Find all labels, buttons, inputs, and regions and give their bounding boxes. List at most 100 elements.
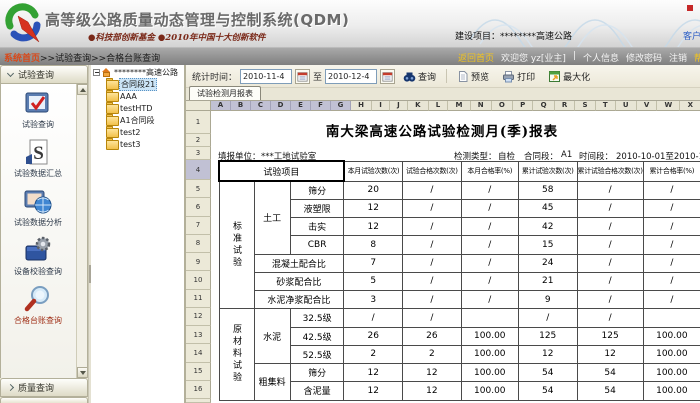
column-header-U[interactable]: U — [616, 101, 637, 111]
value-cell[interactable]: / — [643, 291, 700, 309]
column-header-R[interactable]: R — [555, 101, 576, 111]
column-header-H[interactable]: H — [351, 101, 372, 111]
sidebar-item-device-check[interactable]: 设备校验查询 — [14, 235, 62, 277]
subgroup-cell[interactable]: 粗集料 — [254, 364, 290, 401]
sidebar-item-data-summary[interactable]: S 试验数据汇总 — [14, 137, 62, 179]
value-cell[interactable]: / — [643, 236, 700, 254]
value-cell[interactable]: / — [643, 218, 700, 236]
value-cell[interactable]: 100.00 — [461, 364, 518, 382]
report-col-header[interactable]: 本月合格率(%) — [461, 161, 518, 181]
row-header-14[interactable]: 14 — [186, 344, 211, 362]
report-col-header[interactable]: 累计合格率(%) — [643, 161, 700, 181]
row-header-1[interactable]: 1 — [186, 111, 211, 134]
value-cell[interactable]: / — [577, 272, 643, 290]
value-cell[interactable] — [461, 309, 518, 327]
value-cell[interactable]: / — [461, 199, 518, 217]
value-cell[interactable]: 100.00 — [461, 345, 518, 363]
group-cell[interactable]: 原材料试验 — [219, 309, 254, 400]
profile-link[interactable]: 个人信息 — [583, 51, 619, 64]
value-cell[interactable]: / — [577, 181, 643, 199]
tree-node-a1[interactable]: A1合同段 — [106, 115, 184, 125]
sidebar-section-test-query[interactable]: 试验查询 — [0, 65, 88, 84]
column-header-T[interactable]: T — [596, 101, 616, 111]
value-cell[interactable]: / — [403, 272, 462, 290]
return-home-link[interactable]: 返回首页 — [458, 51, 494, 64]
scroll-up-button[interactable] — [77, 84, 88, 95]
value-cell[interactable]: 54 — [518, 382, 577, 400]
calendar-to-button[interactable] — [380, 69, 395, 84]
calendar-from-button[interactable] — [295, 69, 310, 84]
row-header-15[interactable]: 15 — [186, 363, 211, 381]
scroll-down-button[interactable] — [77, 367, 88, 378]
row-header-7[interactable]: 7 — [186, 217, 211, 235]
row-header-13[interactable]: 13 — [186, 326, 211, 344]
row-header-16[interactable]: 16 — [186, 381, 211, 399]
logout-link[interactable]: 注销 — [669, 51, 687, 64]
breadcrumb-home[interactable]: 系统首页 — [4, 54, 40, 64]
column-header-W[interactable]: W — [657, 101, 680, 111]
sidebar-section-quality-query[interactable]: 质量查询 — [0, 378, 88, 397]
change-password-link[interactable]: 修改密码 — [626, 51, 662, 64]
report-col-header[interactable]: 试验合格次数(次) — [403, 161, 462, 181]
sidebar-section-partial[interactable] — [0, 397, 88, 403]
value-cell[interactable] — [643, 309, 700, 327]
item-cell[interactable]: 砂浆配合比 — [254, 272, 344, 290]
value-cell[interactable]: / — [643, 254, 700, 272]
report-col-header[interactable]: 累计试验次数(次) — [518, 161, 577, 181]
tab-monthly-report[interactable]: 试验检测月报表 — [189, 86, 261, 100]
sidebar-item-data-analysis[interactable]: 试验数据分析 — [14, 186, 62, 228]
row-header-11[interactable]: 11 — [186, 290, 211, 308]
value-cell[interactable]: / — [577, 236, 643, 254]
value-cell[interactable]: / — [461, 236, 518, 254]
value-cell[interactable]: 54 — [577, 364, 643, 382]
selected-cell[interactable]: 试验项目 — [219, 161, 344, 181]
column-header-M[interactable]: M — [448, 101, 470, 111]
value-cell[interactable]: 8 — [344, 236, 403, 254]
item-cell[interactable]: 液塑限 — [290, 199, 343, 217]
date-to-input[interactable] — [325, 69, 377, 84]
value-cell[interactable]: 58 — [518, 181, 577, 199]
value-cell[interactable]: 2 — [344, 345, 403, 363]
value-cell[interactable]: / — [461, 181, 518, 199]
row-header-12[interactable]: 12 — [186, 308, 211, 326]
value-cell[interactable]: 12 — [518, 345, 577, 363]
item-cell[interactable]: 水泥净浆配合比 — [254, 291, 344, 309]
column-header-O[interactable]: O — [492, 101, 513, 111]
item-cell[interactable]: 32.5级 — [290, 309, 343, 327]
row-header-9[interactable]: 9 — [186, 253, 211, 271]
value-cell[interactable]: 100.00 — [643, 345, 700, 363]
subgroup-cell[interactable]: 水泥 — [254, 309, 290, 364]
column-header-E[interactable]: E — [291, 101, 311, 111]
column-header-N[interactable]: N — [471, 101, 492, 111]
value-cell[interactable]: / — [577, 199, 643, 217]
value-cell[interactable]: 54 — [577, 382, 643, 400]
value-cell[interactable]: / — [461, 272, 518, 290]
column-header-V[interactable]: V — [637, 101, 658, 111]
value-cell[interactable]: 26 — [344, 327, 403, 345]
sidebar-item-ledger-search[interactable]: 合格台账查询 — [14, 284, 62, 326]
value-cell[interactable]: / — [643, 272, 700, 290]
column-header-Q[interactable]: Q — [533, 101, 554, 111]
value-cell[interactable]: 2 — [403, 345, 462, 363]
group-cell[interactable]: 标准试验 — [219, 181, 254, 309]
value-cell[interactable]: 21 — [518, 272, 577, 290]
value-cell[interactable]: / — [461, 254, 518, 272]
tree-node-testhtd[interactable]: testHTD — [106, 103, 184, 113]
column-header-G[interactable]: G — [331, 101, 351, 111]
value-cell[interactable]: 12 — [344, 199, 403, 217]
value-cell[interactable]: 125 — [518, 327, 577, 345]
value-cell[interactable]: / — [577, 218, 643, 236]
column-header-A[interactable]: A — [211, 101, 231, 111]
row-header-5[interactable]: 5 — [186, 180, 211, 198]
item-cell[interactable]: CBR — [290, 236, 343, 254]
row-header-2[interactable]: 2 — [186, 134, 211, 147]
column-header-D[interactable]: D — [271, 101, 291, 111]
sidebar-item-test-query[interactable]: 试验查询 — [22, 88, 54, 130]
value-cell[interactable]: / — [403, 218, 462, 236]
date-from-input[interactable] — [240, 69, 292, 84]
row-header-10[interactable]: 10 — [186, 271, 211, 289]
column-header-B[interactable]: B — [231, 101, 251, 111]
tree-node-test2[interactable]: test2 — [106, 127, 184, 137]
value-cell[interactable]: / — [518, 309, 577, 327]
value-cell[interactable]: 15 — [518, 236, 577, 254]
